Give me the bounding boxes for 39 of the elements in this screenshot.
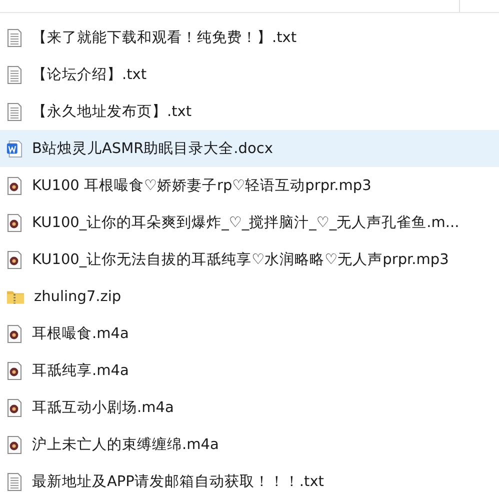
- file-row[interactable]: 【论坛介绍】.txt: [0, 56, 499, 93]
- file-name: 【论坛介绍】.txt: [32, 66, 147, 84]
- file-name: 最新地址及APP请发邮箱自动获取！！！.txt: [32, 472, 324, 491]
- file-row[interactable]: 耳舐互动小剧场.m4a: [0, 389, 499, 426]
- word-document-icon: [6, 138, 23, 158]
- file-name: 耳根嘬食.m4a: [32, 325, 129, 343]
- file-name: KU100_让你无法自拔的耳舐纯享♡水润略略♡无人声prpr.mp3: [32, 250, 449, 269]
- file-row[interactable]: 【永久地址发布页】.txt: [0, 93, 499, 130]
- file-name: 耳舐互动小剧场.m4a: [32, 399, 174, 417]
- file-row[interactable]: 【来了就能下载和观看！纯免费！】.txt: [0, 19, 499, 56]
- file-name: 沪上未亡人的束缚缠绵.m4a: [32, 436, 219, 454]
- file-name: KU100 耳根嘬食♡娇娇妻子rp♡轻语互动prpr.mp3: [32, 177, 372, 195]
- file-row[interactable]: B站烛灵儿ASMR助眠目录大全.docx: [0, 130, 499, 167]
- file-row[interactable]: KU100_让你无法自拔的耳舐纯享♡水润略略♡无人声prpr.mp3: [0, 241, 499, 278]
- media-file-icon: [6, 360, 23, 380]
- text-file-icon: [6, 28, 23, 48]
- file-name: 【永久地址发布页】.txt: [32, 102, 192, 121]
- media-file-icon: [6, 398, 23, 418]
- media-file-icon: [6, 212, 23, 232]
- file-row[interactable]: 沪上未亡人的束缚缠绵.m4a: [0, 426, 499, 463]
- media-file-icon: [6, 250, 23, 270]
- file-name: 【来了就能下载和观看！纯免费！】.txt: [32, 29, 297, 47]
- zip-folder-icon: [6, 288, 25, 304]
- media-file-icon: [6, 324, 23, 344]
- media-file-icon: [6, 434, 23, 454]
- text-file-icon: [6, 102, 23, 122]
- file-name: zhuling7.zip: [34, 288, 122, 304]
- file-name: KU100_让你的耳朵爽到爆炸_♡_搅拌脑汁_♡_无人声孔雀鱼.m...: [32, 214, 460, 232]
- file-row[interactable]: 耳根嘬食.m4a: [0, 315, 499, 352]
- file-row[interactable]: KU100 耳根嘬食♡娇娇妻子rp♡轻语互动prpr.mp3: [0, 167, 499, 204]
- file-name: 耳舐纯享.m4a: [32, 362, 129, 380]
- file-name: B站烛灵儿ASMR助眠目录大全.docx: [32, 140, 273, 158]
- file-row[interactable]: KU100_让你的耳朵爽到爆炸_♡_搅拌脑汁_♡_无人声孔雀鱼.m...: [0, 204, 499, 241]
- file-row[interactable]: 最新地址及APP请发邮箱自动获取！！！.txt: [0, 463, 499, 493]
- file-row[interactable]: 耳舐纯享.m4a: [0, 352, 499, 389]
- text-file-icon: [6, 64, 23, 84]
- file-row[interactable]: zhuling7.zip: [0, 278, 499, 315]
- media-file-icon: [6, 176, 23, 196]
- column-header[interactable]: [0, 0, 499, 13]
